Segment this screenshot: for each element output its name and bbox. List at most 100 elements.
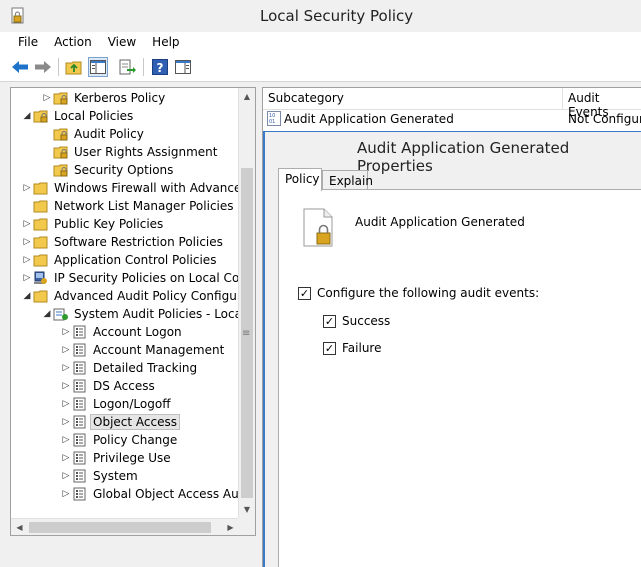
audit-category-icon (73, 397, 86, 411)
tree-item[interactable]: ▷ Account Management (60, 341, 226, 359)
collapse-icon[interactable]: ◢ (41, 309, 53, 319)
menu-help[interactable]: Help (144, 32, 187, 52)
hscroll-thumb[interactable] (29, 522, 211, 533)
tree-item-label: Privilege Use (93, 451, 171, 465)
dialog-title-bar[interactable]: Audit Application Generated Properties (265, 132, 641, 175)
failure-row[interactable]: ✓ Failure (323, 341, 381, 355)
tree-item[interactable]: ◢ System Audit Policies - Local G (41, 305, 256, 323)
expand-icon[interactable]: ▷ (60, 489, 72, 499)
success-row[interactable]: ✓ Success (323, 314, 390, 328)
menu-action[interactable]: Action (46, 32, 100, 52)
forward-button[interactable] (33, 57, 53, 77)
tree-item-label: Object Access (90, 414, 180, 430)
menu-file[interactable]: File (10, 32, 46, 52)
tree-item-label: System (93, 469, 138, 483)
scroll-left-icon[interactable]: ◀ (11, 519, 28, 535)
subcategory-cell: Audit Application Generated (284, 112, 454, 126)
back-arrow-icon (12, 61, 28, 73)
tree-item[interactable]: User Rights Assignment (41, 143, 219, 161)
help-icon: ? (152, 59, 168, 75)
tree-item[interactable]: ▷ IP Security Policies on Local Comp (21, 269, 255, 287)
tree-item[interactable]: ▷ Global Object Access Audit (60, 485, 255, 503)
audit-category-icon (73, 361, 86, 375)
tree-item[interactable]: Network List Manager Policies (21, 197, 236, 215)
console-tree-icon (90, 60, 106, 74)
scroll-down-icon[interactable]: ▼ (239, 501, 255, 518)
tree-item-label: Public Key Policies (54, 217, 164, 231)
tree-item-label: System Audit Policies - Local G (74, 307, 256, 321)
local-security-policy-icon[interactable] (9, 7, 27, 25)
policy-name: Audit Application Generated (355, 215, 525, 229)
export-list-button[interactable] (118, 57, 138, 77)
folder-lock-icon (53, 146, 68, 159)
expand-icon[interactable]: ▷ (21, 237, 33, 247)
tree-item[interactable]: ◢ Advanced Audit Policy Configurat (21, 287, 255, 305)
tree-item[interactable]: ▷ Object Access (60, 413, 180, 431)
expand-icon[interactable]: ▷ (60, 345, 72, 355)
collapse-icon[interactable]: ◢ (21, 291, 33, 301)
tree-item[interactable]: ▷ DS Access (60, 377, 157, 395)
up-one-level-button[interactable] (64, 57, 84, 77)
tree-item[interactable]: ▷ Public Key Policies (21, 215, 165, 233)
tree-item[interactable]: ◢ Local Policies (21, 107, 135, 125)
tree-item[interactable]: ▷ System (60, 467, 140, 485)
audit-category-icon (73, 343, 86, 357)
tree-item[interactable]: Audit Policy (41, 125, 146, 143)
expand-icon[interactable]: ▷ (60, 399, 72, 409)
ip-security-icon (34, 271, 47, 284)
folder-icon (33, 290, 48, 303)
console-tree[interactable]: ▷ Kerberos Policy ◢ Local Policies Audit Pol… (10, 87, 256, 536)
tree-vertical-scrollbar[interactable]: ▲ ≡ ▼ (238, 88, 255, 518)
tab-explain[interactable]: Explain (322, 170, 373, 190)
tree-item-label: Policy Change (93, 433, 178, 447)
collapse-icon[interactable]: ◢ (21, 111, 33, 121)
expand-icon[interactable]: ▷ (21, 255, 33, 265)
expand-icon[interactable]: ▷ (21, 219, 33, 229)
folder-icon (33, 218, 48, 231)
tab-policy[interactable]: Policy (278, 168, 322, 191)
expand-icon[interactable]: ▷ (60, 453, 72, 463)
list-item[interactable]: 10 01 Audit Application Generated Not Co… (263, 110, 641, 128)
expand-icon[interactable]: ▷ (60, 381, 72, 391)
tree-item[interactable]: ▷ Policy Change (60, 431, 179, 449)
column-subcategory[interactable]: Subcategory (268, 91, 344, 105)
tree-item[interactable]: Security Options (41, 161, 175, 179)
expand-icon[interactable]: ▷ (21, 273, 33, 283)
menu-bar: File Action View Help (0, 32, 641, 52)
folder-icon (33, 236, 48, 249)
help-button[interactable]: ? (150, 57, 170, 77)
expand-icon[interactable]: ▷ (60, 435, 72, 445)
expand-icon[interactable]: ▷ (60, 417, 72, 427)
show-hide-action-pane-button[interactable] (173, 57, 193, 77)
expand-icon[interactable]: ▷ (60, 327, 72, 337)
expand-icon[interactable]: ▷ (60, 363, 72, 373)
success-checkbox[interactable]: ✓ (323, 314, 336, 328)
tree-item[interactable]: ▷ Kerberos Policy (41, 89, 167, 107)
folder-lock-icon (33, 110, 48, 123)
audit-category-icon (73, 469, 86, 483)
tree-item-label: Security Options (74, 163, 174, 177)
action-pane-icon (175, 60, 191, 74)
tree-item[interactable]: ▷ Software Restriction Policies (21, 233, 225, 251)
expand-icon[interactable]: ▷ (41, 93, 53, 103)
configure-audit-events-row[interactable]: ✓ Configure the following audit events: (298, 286, 539, 300)
tree-item[interactable]: ▷ Detailed Tracking (60, 359, 199, 377)
tree-item-label: Account Management (93, 343, 225, 357)
tree-item[interactable]: ▷ Windows Firewall with Advanced S (21, 179, 255, 197)
tree-item[interactable]: ▷ Account Logon (60, 323, 184, 341)
back-button[interactable] (10, 57, 30, 77)
menu-view[interactable]: View (100, 32, 144, 52)
expand-icon[interactable]: ▷ (60, 471, 72, 481)
scroll-right-icon[interactable]: ▶ (222, 519, 239, 535)
dialog-title: Audit Application Generated Properties (357, 139, 570, 175)
configure-audit-events-checkbox[interactable]: ✓ (298, 286, 311, 300)
audit-category-icon (73, 325, 86, 339)
tree-item[interactable]: ▷ Logon/Logoff (60, 395, 172, 413)
show-hide-console-tree-button[interactable] (88, 57, 108, 77)
tree-item[interactable]: ▷ Application Control Policies (21, 251, 218, 269)
expand-icon[interactable]: ▷ (21, 183, 33, 193)
tree-horizontal-scrollbar[interactable]: ◀ ▶ (11, 518, 239, 535)
tree-item[interactable]: ▷ Privilege Use (60, 449, 173, 467)
failure-checkbox[interactable]: ✓ (323, 341, 336, 355)
scroll-up-icon[interactable]: ▲ (239, 88, 255, 105)
